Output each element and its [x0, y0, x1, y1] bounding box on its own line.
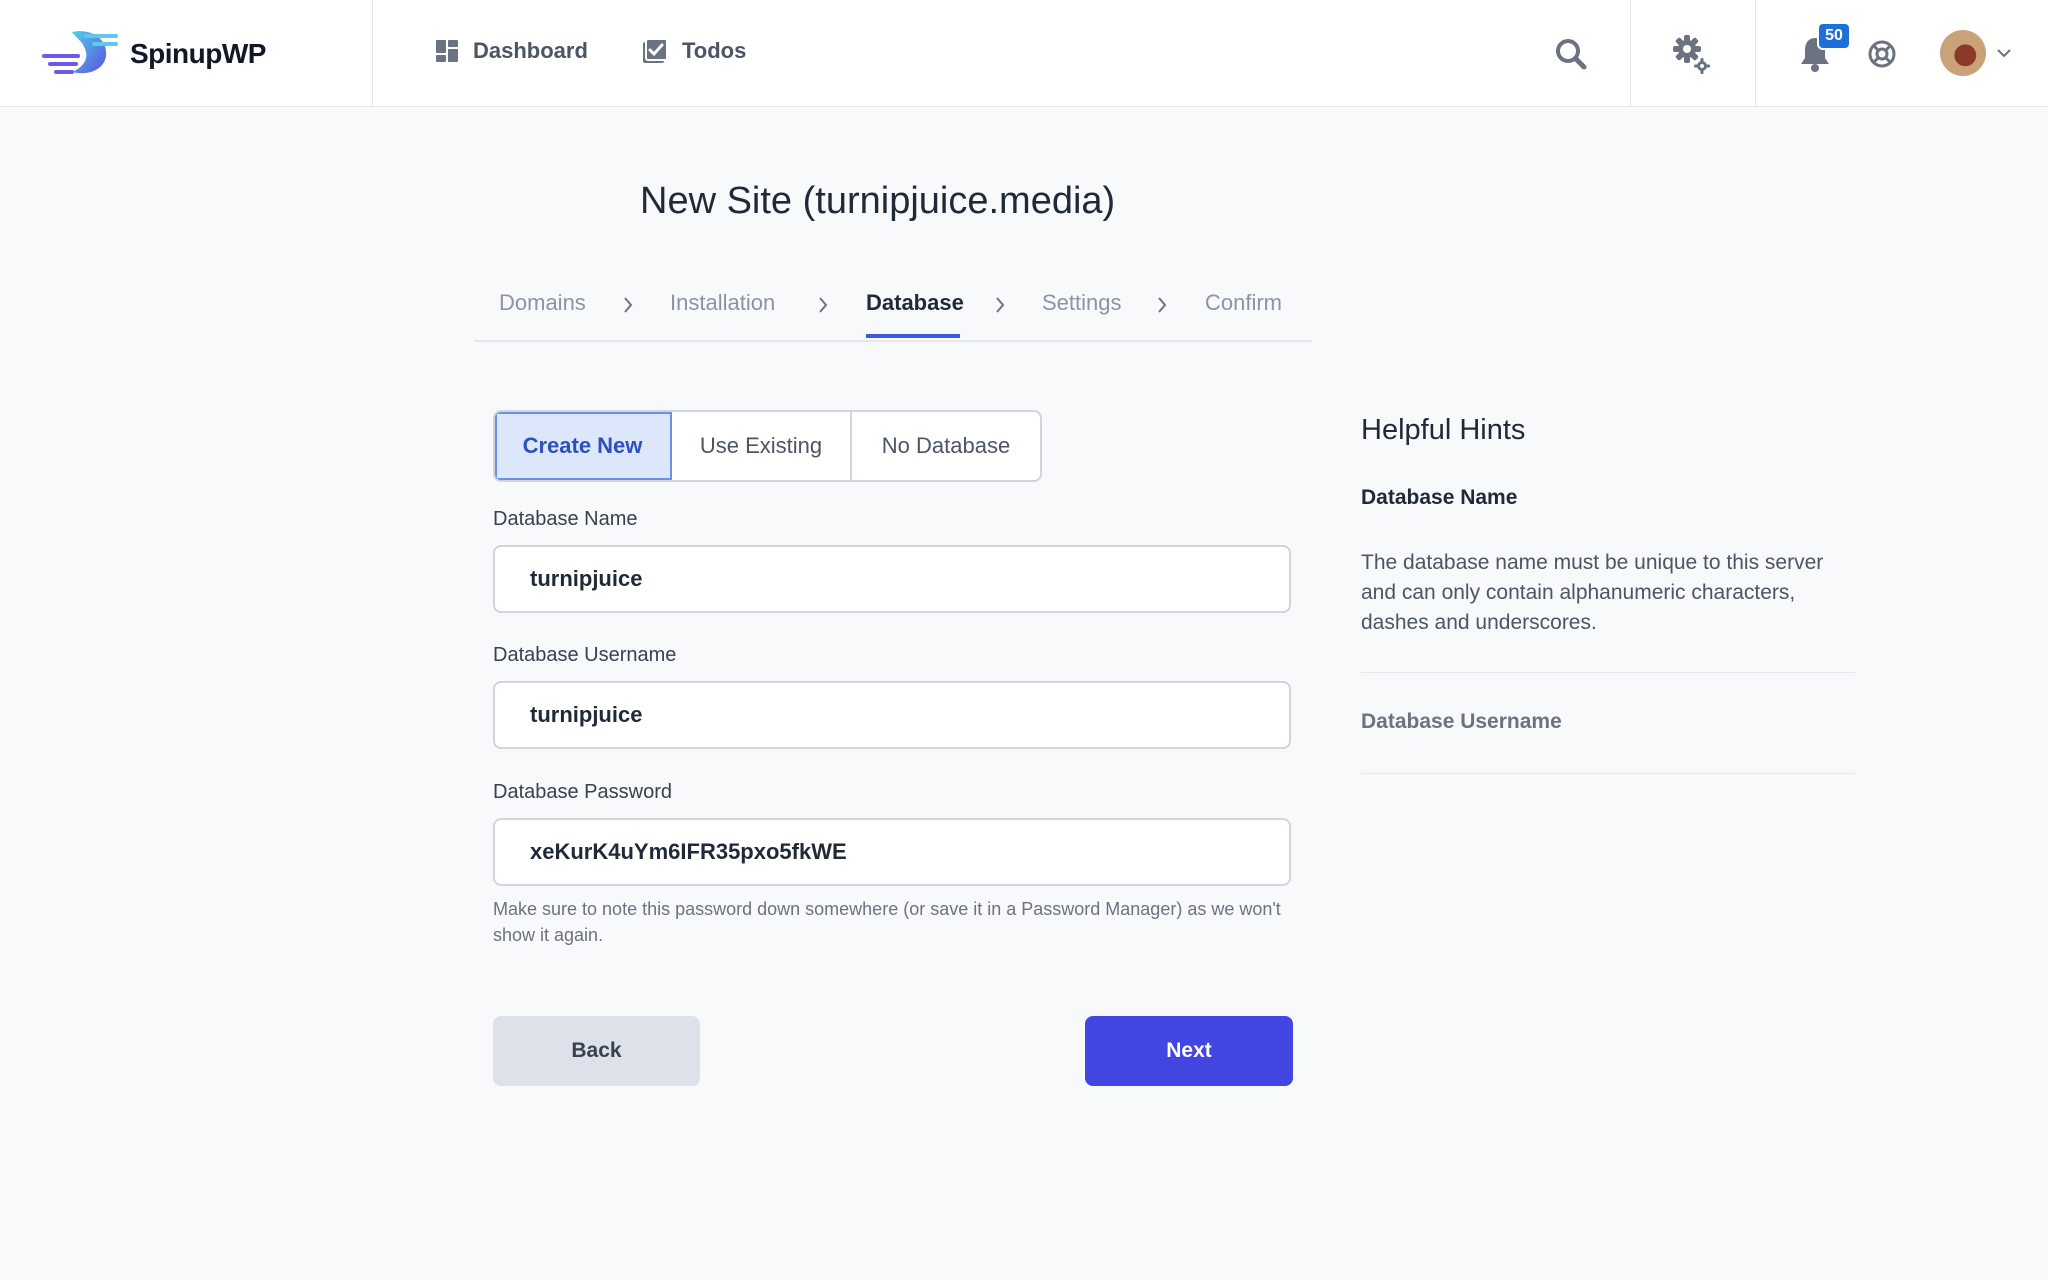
nav-todos-label: Todos [682, 38, 747, 63]
chevron-right-icon [996, 297, 1005, 313]
header-divider [1755, 0, 1756, 106]
chevron-right-icon [1158, 297, 1167, 313]
header-divider [1630, 0, 1631, 106]
database-mode-toggle: Create New Use Existing No Database [493, 410, 1042, 482]
use-existing-option[interactable]: Use Existing [672, 412, 852, 480]
hint-database-name-body: The database name must be unique to this… [1361, 551, 1824, 634]
hint-database-username-title[interactable]: Database Username [1361, 710, 1562, 734]
nav-todos[interactable]: Todos [642, 38, 746, 64]
logo-area: SpinupWP [0, 0, 373, 106]
nav-dashboard[interactable]: Dashboard [435, 38, 588, 64]
spinupwp-logo-icon[interactable] [42, 30, 122, 76]
step-confirm[interactable]: Confirm [1205, 290, 1282, 316]
help-icon[interactable] [1868, 40, 1896, 68]
back-button[interactable]: Back [493, 1016, 700, 1086]
next-button[interactable]: Next [1085, 1016, 1293, 1086]
database-name-label: Database Name [493, 508, 638, 530]
dashboard-icon [436, 40, 458, 62]
password-note: Make sure to note this password down som… [493, 899, 1281, 945]
create-new-option[interactable]: Create New [495, 412, 672, 480]
no-database-option[interactable]: No Database [852, 412, 1040, 480]
helpful-hints-title: Helpful Hints [1361, 414, 1526, 446]
database-username-label: Database Username [493, 644, 677, 666]
avatar[interactable] [1940, 30, 1986, 76]
wizard-stepper: Domains Installation Database Settings C… [474, 274, 1312, 342]
chevron-down-icon[interactable] [1996, 47, 2012, 59]
hint-divider [1361, 773, 1855, 774]
step-database[interactable]: Database [866, 290, 964, 316]
top-bar: SpinupWP Dashboard Todos 50 [0, 0, 2048, 107]
step-settings[interactable]: Settings [1042, 290, 1122, 316]
step-installation[interactable]: Installation [670, 290, 775, 316]
todos-icon [643, 38, 668, 63]
page-title: New Site (turnipjuice.media) [640, 180, 1116, 222]
nav-dashboard-label: Dashboard [473, 38, 588, 63]
hint-database-name-title[interactable]: Database Name [1361, 486, 1517, 510]
active-step-indicator [866, 334, 960, 338]
database-name-input[interactable] [493, 545, 1291, 613]
search-icon[interactable] [1555, 38, 1587, 70]
chevron-right-icon [819, 297, 828, 313]
chevron-right-icon [624, 297, 633, 313]
database-password-input[interactable] [493, 818, 1291, 886]
notification-badge: 50 [1817, 22, 1851, 50]
database-password-label: Database Password [493, 781, 672, 803]
gear-icon[interactable] [1672, 34, 1712, 76]
brand-name[interactable]: SpinupWP [130, 38, 266, 70]
step-domains[interactable]: Domains [499, 290, 586, 316]
hint-divider [1361, 672, 1855, 673]
database-username-input[interactable] [493, 681, 1291, 749]
